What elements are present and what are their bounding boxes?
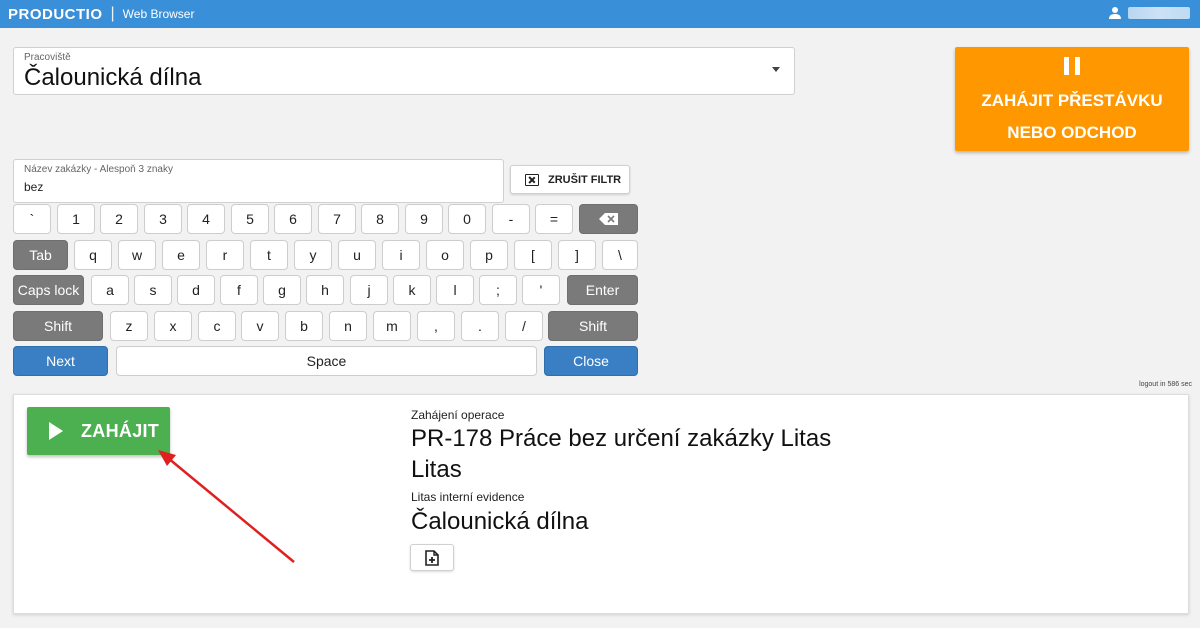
key-period[interactable]: .	[461, 311, 499, 341]
key-backspace[interactable]	[579, 204, 638, 234]
chevron-down-icon	[772, 67, 780, 72]
clear-filter-label: ZRUŠIT FILTR	[548, 173, 622, 186]
key-g[interactable]: g	[263, 275, 301, 305]
top-bar: PRODUCTIO | Web Browser	[0, 0, 1200, 28]
operation-card: ZAHÁJIT Zahájení operace PR-178 Práce be…	[13, 394, 1189, 614]
key-space[interactable]: Space	[116, 346, 537, 376]
key-u[interactable]: u	[338, 240, 376, 270]
user-name-redacted	[1128, 7, 1190, 19]
key-k[interactable]: k	[393, 275, 431, 305]
key-semicolon[interactable]: ;	[479, 275, 517, 305]
key-a[interactable]: a	[91, 275, 129, 305]
backspace-icon	[598, 213, 618, 225]
key-9[interactable]: 9	[405, 204, 443, 234]
key-s[interactable]: s	[134, 275, 172, 305]
play-icon	[49, 422, 63, 440]
key-7[interactable]: 7	[318, 204, 356, 234]
key-minus[interactable]: -	[492, 204, 530, 234]
app-name: Web Browser	[122, 7, 195, 21]
key-shift-left[interactable]: Shift	[13, 311, 103, 341]
key-3[interactable]: 3	[144, 204, 182, 234]
start-break-label: ZAHÁJIT PŘESTÁVKU	[981, 91, 1163, 110]
key-h[interactable]: h	[306, 275, 344, 305]
key-w[interactable]: w	[118, 240, 156, 270]
key-shift-right[interactable]: Shift	[548, 311, 638, 341]
key-bracket-right[interactable]: ]	[558, 240, 596, 270]
start-operation-button[interactable]: ZAHÁJIT	[27, 407, 170, 455]
key-4[interactable]: 4	[187, 204, 225, 234]
workplace-label: Pracoviště	[24, 52, 71, 63]
key-z[interactable]: z	[110, 311, 148, 341]
key-y[interactable]: y	[294, 240, 332, 270]
workplace-value: Čalounická dílna	[24, 64, 202, 91]
key-5[interactable]: 5	[231, 204, 269, 234]
key-c[interactable]: c	[198, 311, 236, 341]
key-equals[interactable]: =	[535, 204, 573, 234]
pause-icon	[1064, 57, 1080, 75]
key-x[interactable]: x	[154, 311, 192, 341]
key-0[interactable]: 0	[448, 204, 486, 234]
key-6[interactable]: 6	[274, 204, 312, 234]
key-q[interactable]: q	[74, 240, 112, 270]
key-t[interactable]: t	[250, 240, 288, 270]
brand-logo: PRODUCTIO	[8, 5, 103, 23]
key-1[interactable]: 1	[57, 204, 95, 234]
start-break-button[interactable]: ZAHÁJIT PŘESTÁVKU NEBO ODCHOD	[955, 47, 1189, 151]
key-o[interactable]: o	[426, 240, 464, 270]
operation-title: PR-178 Práce bez určení zakázky Litas	[411, 425, 832, 452]
key-b[interactable]: b	[285, 311, 323, 341]
key-r[interactable]: r	[206, 240, 244, 270]
key-e[interactable]: e	[162, 240, 200, 270]
key-n[interactable]: n	[329, 311, 367, 341]
evidence-label: Litas interní evidence	[411, 490, 525, 504]
brand-separator: |	[110, 5, 115, 22]
key-d[interactable]: d	[177, 275, 215, 305]
workplace-select[interactable]: Pracoviště Čalounická dílna	[13, 47, 795, 95]
operation-subtitle: Litas	[411, 456, 462, 483]
key-caps-lock[interactable]: Caps lock	[13, 275, 84, 305]
order-search-field[interactable]: Název zakázky - Alespoň 3 znaky	[13, 159, 504, 203]
key-p[interactable]: p	[470, 240, 508, 270]
key-comma[interactable]: ,	[417, 311, 455, 341]
key-tab[interactable]: Tab	[13, 240, 68, 270]
key-enter[interactable]: Enter	[567, 275, 638, 305]
key-i[interactable]: i	[382, 240, 420, 270]
clear-filter-button[interactable]: ZRUŠIT FILTR	[510, 165, 630, 194]
key-backslash[interactable]: \	[602, 240, 638, 270]
key-v[interactable]: v	[241, 311, 279, 341]
order-search-input[interactable]	[24, 180, 484, 194]
key-f[interactable]: f	[220, 275, 258, 305]
key-slash[interactable]: /	[505, 311, 543, 341]
key-close[interactable]: Close	[544, 346, 638, 376]
key-next[interactable]: Next	[13, 346, 108, 376]
operation-section-label: Zahájení operace	[411, 408, 505, 422]
clear-box-icon	[525, 173, 539, 186]
order-search-label: Název zakázky - Alespoň 3 znaky	[24, 164, 173, 175]
key-j[interactable]: j	[350, 275, 388, 305]
leave-label: NEBO ODCHOD	[1007, 123, 1137, 142]
key-l[interactable]: l	[436, 275, 474, 305]
logout-countdown: logout in 586 sec	[1139, 381, 1192, 388]
key-8[interactable]: 8	[361, 204, 399, 234]
key-m[interactable]: m	[373, 311, 411, 341]
key-2[interactable]: 2	[100, 204, 138, 234]
add-document-button[interactable]	[410, 544, 454, 571]
operation-workplace: Čalounická dílna	[411, 508, 589, 535]
key-quote[interactable]: '	[522, 275, 560, 305]
key-bracket-left[interactable]: [	[514, 240, 552, 270]
user-menu[interactable]	[1108, 6, 1190, 20]
user-icon	[1109, 7, 1121, 19]
start-operation-label: ZAHÁJIT	[81, 421, 160, 441]
add-document-icon	[425, 549, 439, 566]
key-backtick[interactable]: `	[13, 204, 51, 234]
